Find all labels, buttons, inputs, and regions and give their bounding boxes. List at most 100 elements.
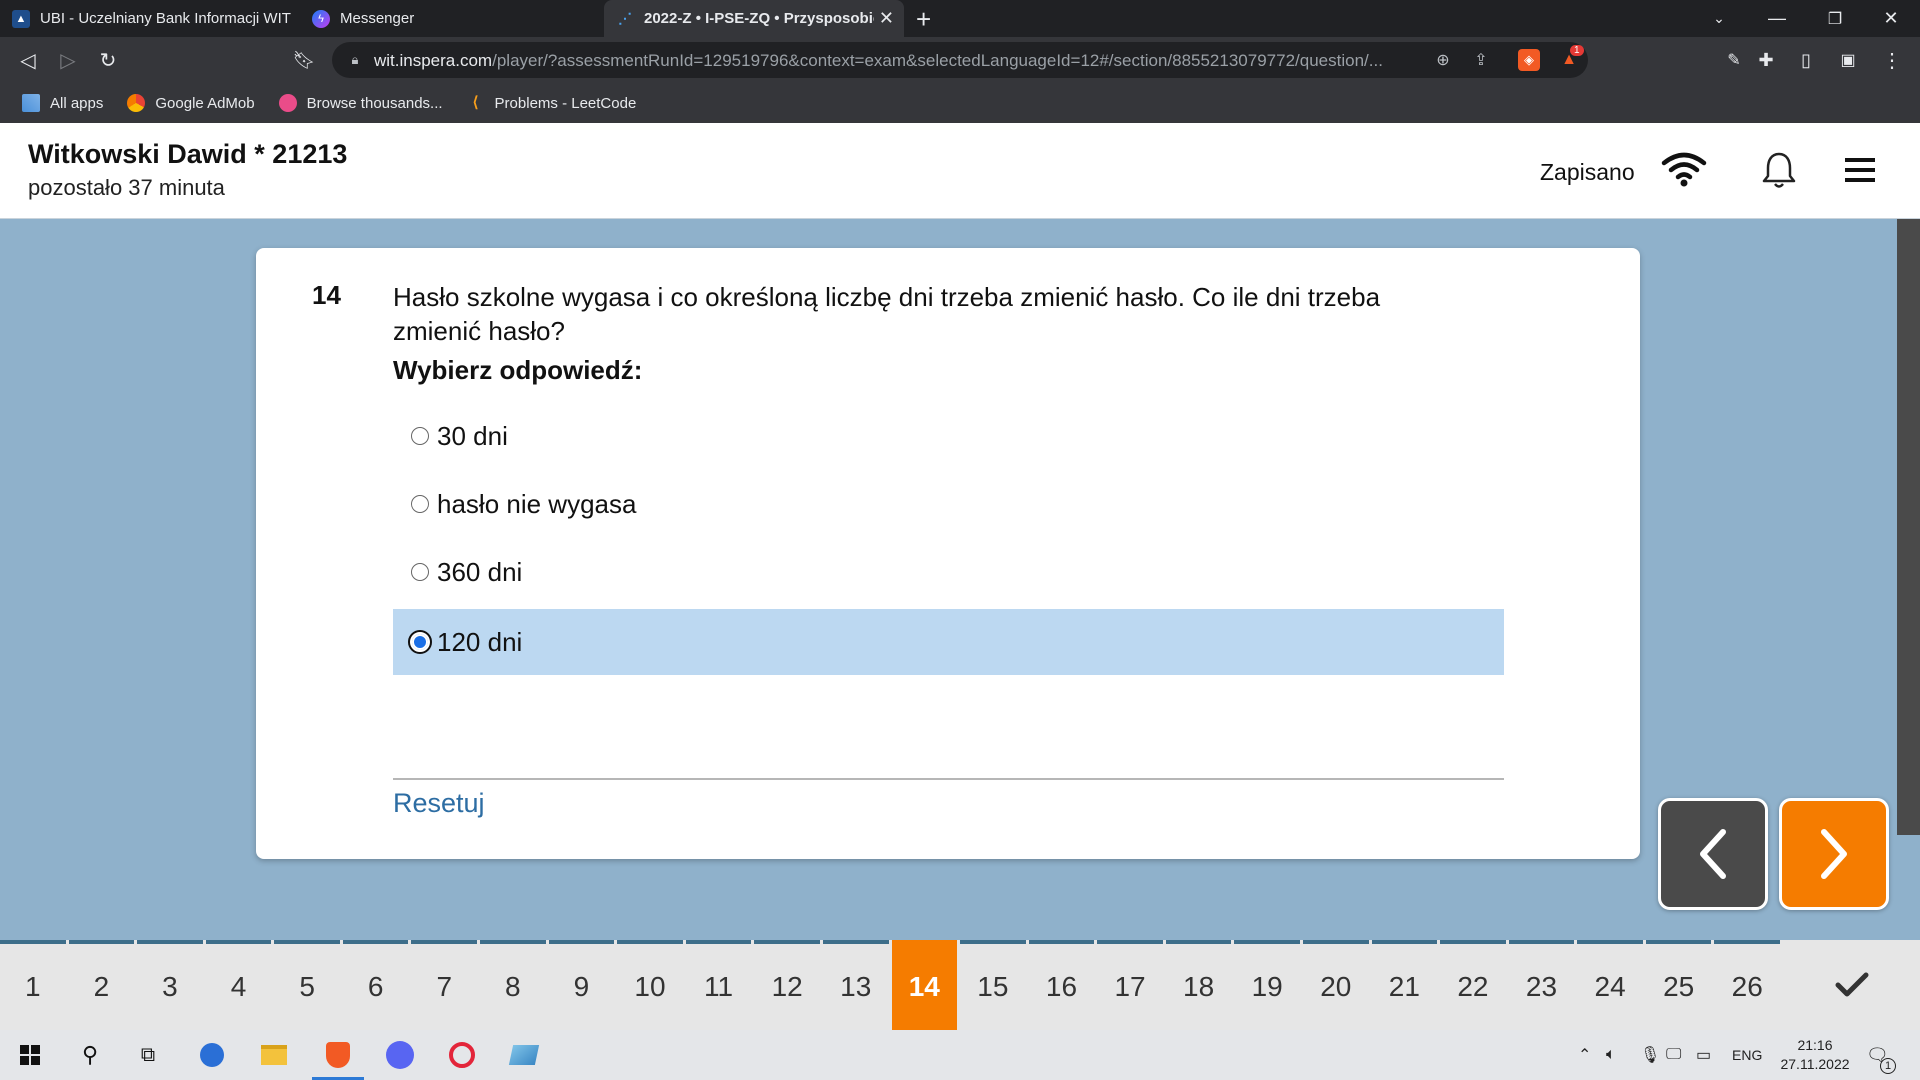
leetcode-icon: ⟨ xyxy=(472,94,479,111)
question-nav-1[interactable]: 1 xyxy=(0,940,66,1030)
tray-expand-icon[interactable]: ⌃ xyxy=(1578,1030,1591,1080)
close-tab-icon[interactable]: ✕ xyxy=(879,8,894,29)
app-icon[interactable] xyxy=(494,1030,554,1080)
question-nav-4[interactable]: 4 xyxy=(205,940,272,1030)
search-icon[interactable]: ⚲ xyxy=(60,1030,120,1080)
question-nav-21[interactable]: 21 xyxy=(1371,940,1438,1030)
brave-browser-icon[interactable] xyxy=(308,1030,368,1080)
minimize-button[interactable]: — xyxy=(1748,0,1806,37)
chevron-left-icon xyxy=(1700,829,1726,879)
hamburger-menu-icon[interactable] xyxy=(1845,157,1875,183)
system-clock[interactable]: 21:16 27.11.2022 xyxy=(1770,1036,1860,1074)
chevron-down-icon[interactable]: ⌄ xyxy=(1690,0,1748,37)
question-nav-6[interactable]: 6 xyxy=(342,940,409,1030)
answer-option-2[interactable]: hasło nie wygasa xyxy=(393,471,1504,537)
address-bar[interactable]: 🔒︎ wit.inspera.com/player/?assessmentRun… xyxy=(332,42,1588,78)
microphone-icon[interactable]: 🎙︎ xyxy=(1640,1030,1660,1080)
sidebar-icon[interactable]: ▯ xyxy=(1790,44,1822,76)
question-nav-7[interactable]: 7 xyxy=(411,940,478,1030)
bookmark-leetcode[interactable]: ⟨ Problems - LeetCode xyxy=(467,94,637,112)
graduation-cap-icon: ▲ xyxy=(12,9,30,28)
question-nav-17[interactable]: 17 xyxy=(1097,940,1163,1030)
reset-link[interactable]: Resetuj xyxy=(393,788,485,819)
task-view-icon[interactable]: ⧉ xyxy=(118,1030,178,1080)
answer-option-3[interactable]: 360 dni xyxy=(393,539,1504,605)
question-nav-2[interactable]: 2 xyxy=(68,940,135,1030)
question-nav-19[interactable]: 19 xyxy=(1234,940,1300,1030)
question-nav-5[interactable]: 5 xyxy=(274,940,340,1030)
divider xyxy=(393,778,1504,780)
tab-ubi[interactable]: ▲ UBI - Uczelniany Bank Informacji WIT xyxy=(0,0,300,37)
bookmark-browse-thousands[interactable]: Browse thousands... xyxy=(278,94,443,112)
bell-icon[interactable] xyxy=(1762,151,1796,189)
finish-exam-button[interactable] xyxy=(1783,940,1920,1030)
app-icon[interactable] xyxy=(182,1030,242,1080)
question-nav-25[interactable]: 25 xyxy=(1645,940,1712,1030)
back-icon[interactable]: ◁ xyxy=(12,44,44,76)
bookmark-icon[interactable]: 🔖︎ xyxy=(288,44,320,76)
question-text: Hasło szkolne wygasa i co określoną licz… xyxy=(393,282,1381,346)
network-icon[interactable]: 🖵︎ xyxy=(1666,1030,1681,1080)
question-nav-22[interactable]: 22 xyxy=(1440,940,1506,1030)
tab-messenger[interactable]: ϟ Messenger xyxy=(300,0,600,37)
brave-shield-icon[interactable]: ◈ xyxy=(1518,49,1540,71)
previous-question-button[interactable] xyxy=(1658,798,1768,910)
windows-start-icon[interactable] xyxy=(0,1030,60,1080)
radio-button[interactable] xyxy=(411,563,429,581)
radio-button[interactable] xyxy=(411,495,429,513)
question-nav-10[interactable]: 10 xyxy=(617,940,683,1030)
question-nav-18[interactable]: 18 xyxy=(1165,940,1232,1030)
forward-icon[interactable]: ▷ xyxy=(52,44,84,76)
restore-button[interactable]: ❐ xyxy=(1806,0,1864,37)
apps-grid-icon xyxy=(22,94,40,112)
opera-icon[interactable] xyxy=(432,1030,492,1080)
bookmark-google-admob[interactable]: Google AdMob xyxy=(127,94,255,112)
chevron-right-icon xyxy=(1821,829,1847,879)
question-nav-23[interactable]: 23 xyxy=(1508,940,1575,1030)
tab-title: 2022-Z • I-PSE-ZQ • Przysposobie xyxy=(644,10,874,27)
question-nav-12[interactable]: 12 xyxy=(754,940,820,1030)
option-label: 30 dni xyxy=(437,420,508,451)
wifi-icon xyxy=(1661,152,1707,187)
discord-icon[interactable] xyxy=(370,1030,430,1080)
question-nav-11[interactable]: 11 xyxy=(685,940,752,1030)
question-nav-15[interactable]: 15 xyxy=(960,940,1026,1030)
language-indicator[interactable]: ENG xyxy=(1732,1030,1762,1080)
question-nav-3[interactable]: 3 xyxy=(137,940,203,1030)
new-tab-button[interactable]: + xyxy=(916,4,931,35)
question-nav-14-current[interactable]: 14 xyxy=(891,940,958,1030)
reload-icon[interactable]: ↻ xyxy=(92,44,124,76)
option-label: 360 dni xyxy=(437,556,523,587)
windows-taskbar: ⚲ ⧉ ⌃ 🔈︎ 🎙︎ 🖵︎ ▭ ENG 21:16 27.11.2022 🗨︎… xyxy=(0,1030,1920,1080)
answer-option-4[interactable]: 120 dni xyxy=(393,609,1504,675)
wallet-icon[interactable]: ▣ xyxy=(1832,44,1864,76)
close-window-button[interactable]: ✕ xyxy=(1862,0,1920,37)
question-nav-13[interactable]: 13 xyxy=(822,940,889,1030)
battery-icon[interactable]: ▭ xyxy=(1696,1030,1711,1080)
speaker-icon[interactable]: 🔈︎ xyxy=(1606,1030,1616,1080)
answer-option-1[interactable]: 30 dni xyxy=(393,403,1504,469)
url-text: wit.inspera.com/player/?assessmentRunId=… xyxy=(374,51,1383,70)
question-nav-16[interactable]: 16 xyxy=(1028,940,1095,1030)
question-nav-8[interactable]: 8 xyxy=(480,940,546,1030)
menu-dots-icon[interactable]: ⋮ xyxy=(1876,44,1908,76)
dribbble-icon xyxy=(278,94,297,112)
extension-icon[interactable]: ✎ xyxy=(1718,44,1750,76)
share-icon[interactable]: ⇪ xyxy=(1470,49,1492,71)
question-nav-9[interactable]: 9 xyxy=(548,940,615,1030)
tab-title: UBI - Uczelniany Bank Informacji WIT xyxy=(40,10,291,27)
next-question-button[interactable] xyxy=(1779,798,1889,910)
tab-inspera[interactable]: ⋰ 2022-Z • I-PSE-ZQ • Przysposobie ✕ xyxy=(604,0,904,37)
zoom-icon[interactable]: ⊕ xyxy=(1432,49,1454,71)
question-nav-26[interactable]: 26 xyxy=(1714,940,1781,1030)
file-explorer-icon[interactable] xyxy=(244,1030,304,1080)
candidate-name: Witkowski Dawid * 21213 xyxy=(28,139,348,169)
radio-button[interactable] xyxy=(411,427,429,445)
radio-button-selected[interactable] xyxy=(408,630,432,654)
page-scrollbar[interactable] xyxy=(1897,219,1920,835)
question-nav-20[interactable]: 20 xyxy=(1302,940,1369,1030)
bookmark-all-apps[interactable]: All apps xyxy=(22,94,103,112)
notification-count-badge: 1 xyxy=(1880,1058,1896,1074)
puzzle-icon[interactable]: ✚ xyxy=(1750,44,1782,76)
question-nav-24[interactable]: 24 xyxy=(1577,940,1643,1030)
